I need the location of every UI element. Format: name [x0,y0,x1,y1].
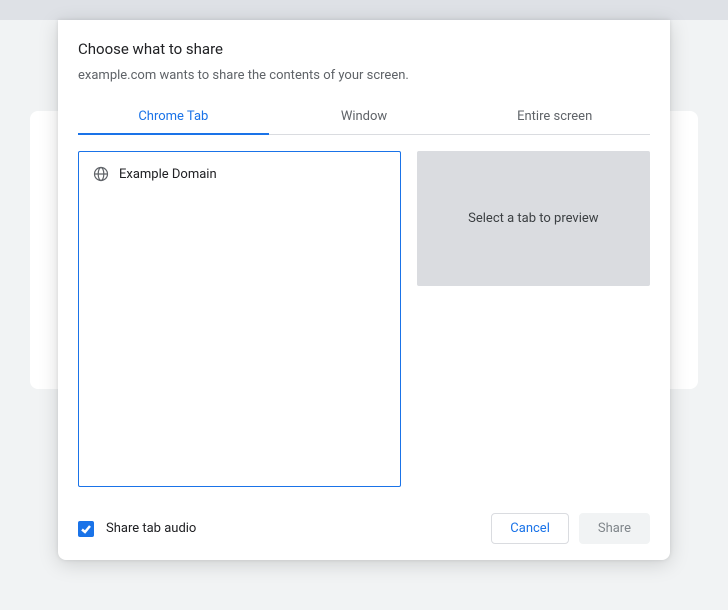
share-button[interactable]: Share [579,513,650,544]
share-audio-option[interactable]: Share tab audio [78,521,196,537]
share-audio-checkbox[interactable] [78,521,94,537]
tab-entire-screen[interactable]: Entire screen [459,99,650,134]
tab-chrome-tab[interactable]: Chrome Tab [78,99,269,134]
tab-window[interactable]: Window [269,99,460,134]
preview-panel: Select a tab to preview [417,151,650,487]
share-audio-label: Share tab audio [106,521,196,536]
tab-list[interactable]: Example Domain [78,151,401,487]
tab-item-example-domain[interactable]: Example Domain [87,162,392,186]
dialog-subtitle: example.com wants to share the contents … [78,68,650,83]
globe-icon [93,166,109,182]
share-dialog: Choose what to share example.com wants t… [58,20,670,560]
cancel-button[interactable]: Cancel [491,513,569,544]
share-type-tabs: Chrome Tab Window Entire screen [78,99,650,135]
dialog-footer: Share tab audio Cancel Share [78,507,650,544]
dialog-title: Choose what to share [78,40,650,58]
main-area: Example Domain Select a tab to preview [78,151,650,487]
preview-placeholder: Select a tab to preview [417,151,650,286]
dialog-buttons: Cancel Share [491,513,650,544]
browser-topbar [0,0,728,20]
tab-item-label: Example Domain [119,167,217,182]
active-tab-underline [78,133,269,135]
